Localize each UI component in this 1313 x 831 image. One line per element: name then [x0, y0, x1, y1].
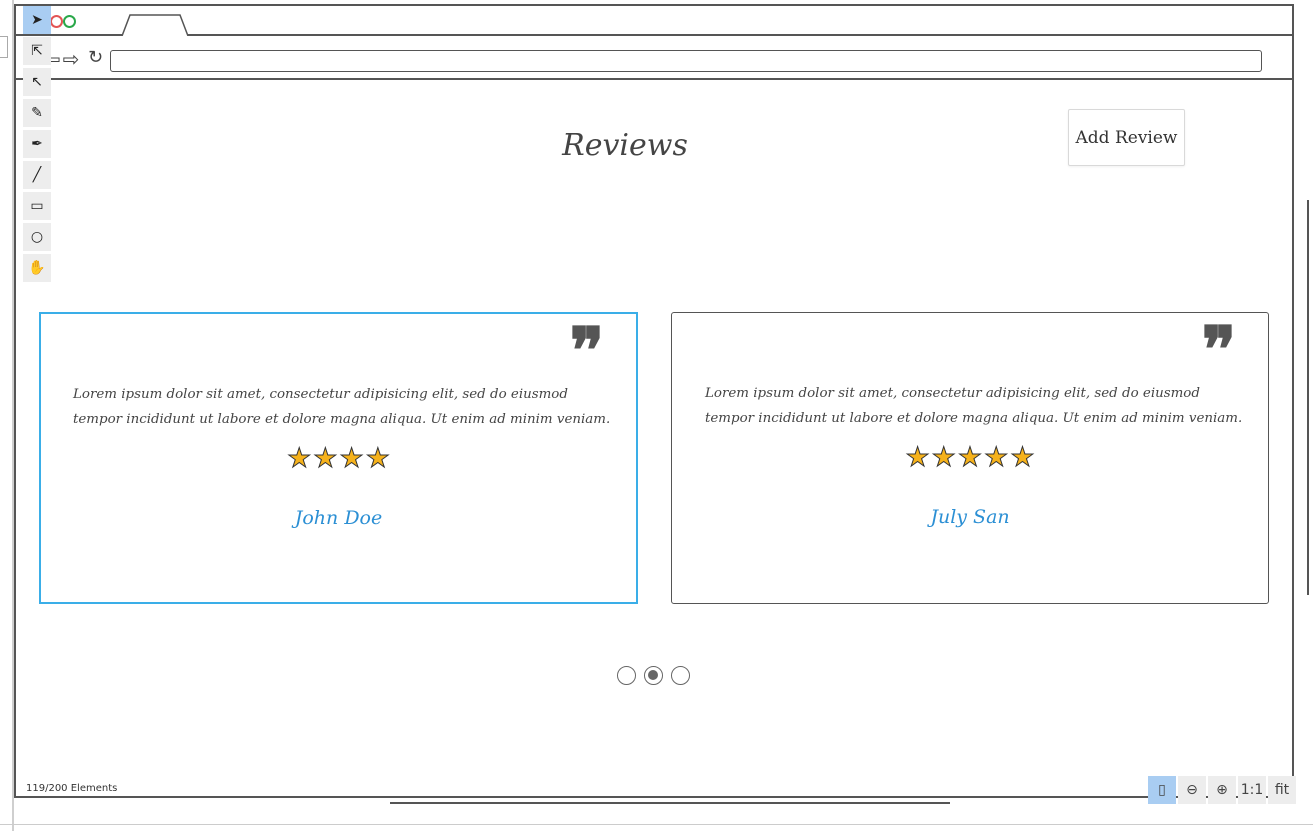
device-view-button[interactable]: ▯ — [1148, 776, 1176, 804]
ellipse-icon[interactable]: ○ — [23, 223, 51, 251]
star-icon: ★ — [339, 443, 364, 474]
url-input — [110, 50, 1262, 72]
review-card-selected[interactable]: ❞ Lorem ipsum dolor sit amet, consectetu… — [39, 312, 638, 604]
tool-palette: ➤ ⇱ ↖ ✎ ✒ ╱ ▭ ○ ✋ — [23, 6, 51, 285]
star-rating: ★★★★★ — [672, 442, 1268, 473]
review-card[interactable]: ❞ Lorem ipsum dolor sit amet, consectetu… — [671, 312, 1269, 604]
window-close-dot — [50, 15, 63, 28]
star-icon: ★ — [931, 442, 956, 473]
zoom-fit-button[interactable]: fit — [1268, 776, 1296, 804]
reviewer-name: July San — [930, 506, 1010, 528]
zoom-controls: ▯ ⊖ ⊕ 1:1 fit — [1148, 776, 1298, 804]
select-arrow-icon[interactable]: ➤ — [23, 6, 51, 34]
add-review-button[interactable]: Add Review — [1068, 109, 1185, 166]
zoom-actual-size-button[interactable]: 1:1 — [1238, 776, 1266, 804]
direct-select-icon[interactable]: ⇱ — [23, 37, 51, 65]
left-panel-handle[interactable] — [0, 36, 8, 58]
pencil-icon[interactable]: ✎ — [23, 99, 51, 127]
browser-title-bar — [16, 6, 1292, 36]
star-icon: ★ — [313, 443, 338, 474]
reviewer-name: John Doe — [294, 507, 383, 529]
vertical-scrollbar[interactable] — [1307, 200, 1309, 595]
element-count: 119/200 Elements — [26, 783, 118, 794]
window-maximize-dot — [63, 15, 76, 28]
line-icon[interactable]: ╱ — [23, 161, 51, 189]
zoom-out-button[interactable]: ⊖ — [1178, 776, 1206, 804]
status-bar-divider — [0, 824, 1313, 825]
star-rating: ★★★★ — [41, 443, 636, 474]
review-text: Lorem ipsum dolor sit amet, consectetur … — [73, 387, 611, 427]
pager-dot-3[interactable] — [671, 666, 690, 685]
horizontal-scrollbar[interactable] — [390, 802, 950, 804]
pager-dot-2[interactable] — [644, 666, 663, 685]
star-icon: ★ — [957, 442, 983, 473]
star-icon: ★ — [287, 443, 312, 474]
star-icon: ★ — [984, 442, 1009, 473]
browser-address-bar: ⇦⇨ ↻ — [16, 38, 1292, 80]
page-title: Reviews — [562, 128, 688, 163]
review-text: Lorem ipsum dolor sit amet, consectetur … — [705, 386, 1243, 426]
hand-icon[interactable]: ✋ — [23, 254, 51, 282]
quote-icon: ❞ — [569, 314, 604, 389]
pager-dot-1[interactable] — [617, 666, 636, 685]
quote-icon: ❞ — [1201, 313, 1236, 388]
pen-icon[interactable]: ✒ — [23, 130, 51, 158]
star-icon: ★ — [365, 443, 390, 474]
refresh-icon: ↻ — [88, 47, 104, 68]
browser-tab — [121, 14, 189, 36]
rectangle-icon[interactable]: ▭ — [23, 192, 51, 220]
zoom-in-button[interactable]: ⊕ — [1208, 776, 1236, 804]
lasso-select-icon[interactable]: ↖ — [23, 68, 51, 96]
wireframe-editor: ⇦⇨ ↻ ➤ ⇱ ↖ ✎ ✒ ╱ ▭ ○ ✋ Reviews Add Review ❞ Lore… — [0, 0, 1313, 831]
star-icon: ★ — [1010, 442, 1035, 473]
star-icon: ★ — [905, 442, 930, 473]
